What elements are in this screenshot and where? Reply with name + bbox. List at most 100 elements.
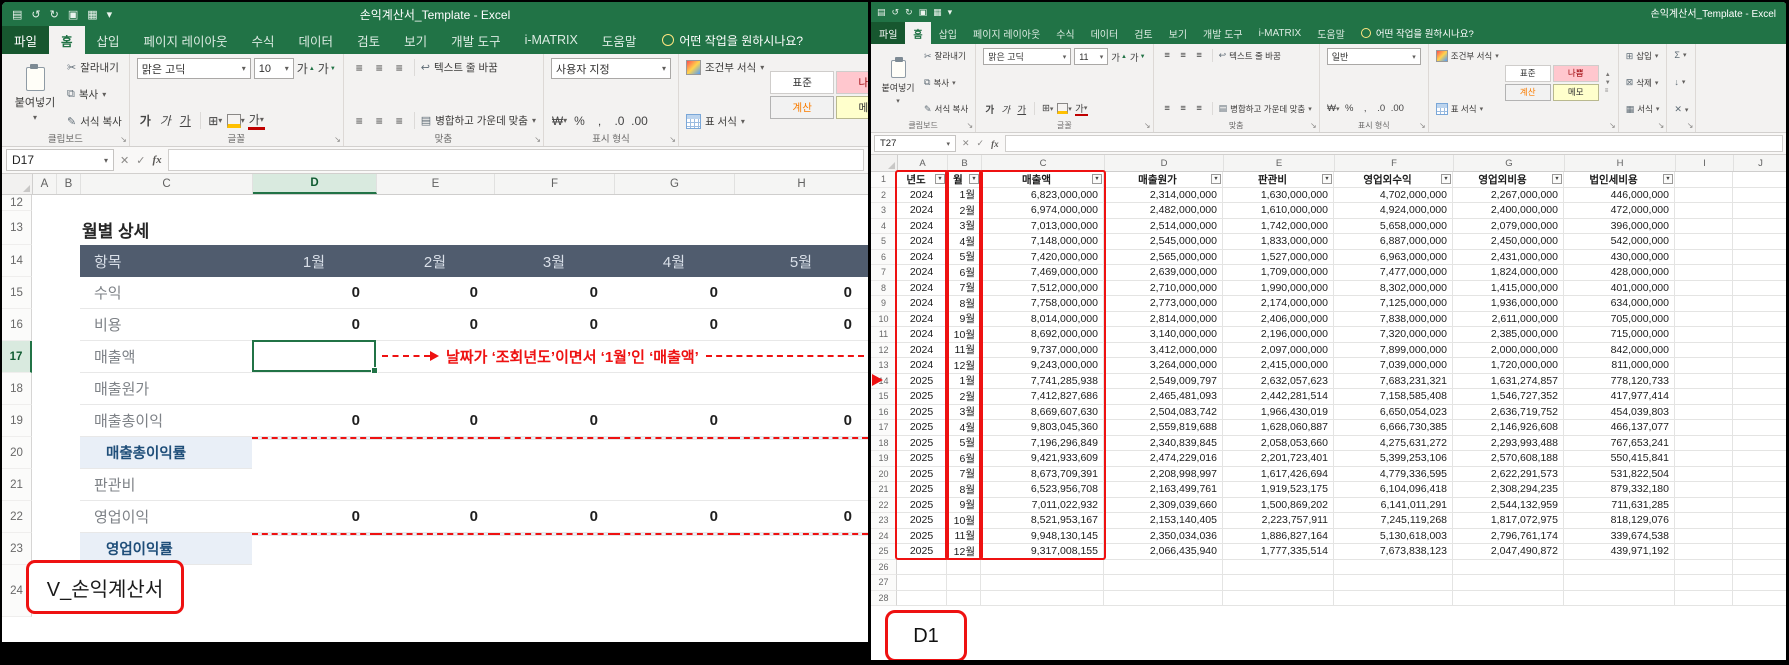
cell[interactable] bbox=[1733, 219, 1786, 235]
gallery-more-icon[interactable]: ≡ bbox=[1605, 88, 1611, 94]
row-header-14[interactable]: 14 bbox=[2, 245, 32, 277]
delete-cells-button[interactable]: ⊠삭제▾ bbox=[1626, 77, 1660, 89]
cell-E24[interactable]: 1,886,827,164 bbox=[1223, 529, 1334, 545]
cell[interactable] bbox=[1733, 281, 1786, 297]
row-header-19[interactable]: 19 bbox=[2, 405, 32, 437]
fill-button[interactable]: ↓▾ bbox=[1674, 77, 1688, 87]
ribbon-tab-insert[interactable]: 삽입 bbox=[931, 22, 965, 44]
cell-G17[interactable]: 2,146,926,608 bbox=[1453, 420, 1564, 436]
row-header-15[interactable]: 15 bbox=[871, 389, 897, 405]
ribbon-tab-developer[interactable]: 개발 도구 bbox=[439, 26, 512, 54]
cell-D5[interactable]: 2,545,000,000 bbox=[1104, 234, 1223, 250]
cell[interactable] bbox=[1733, 575, 1786, 591]
cell[interactable] bbox=[1675, 498, 1733, 514]
cell-G22[interactable]: 0 bbox=[614, 501, 734, 533]
cell-B24[interactable]: 11월 bbox=[947, 529, 981, 545]
cell-month-header-2[interactable]: 2월 bbox=[376, 245, 494, 277]
cell-A21[interactable]: 2025 bbox=[897, 482, 947, 498]
cell[interactable] bbox=[1733, 498, 1786, 514]
cell[interactable] bbox=[1733, 436, 1786, 452]
cell-B2[interactable]: 1월 bbox=[947, 188, 981, 204]
cell-B12[interactable]: 11월 bbox=[947, 343, 981, 359]
cell-G21[interactable] bbox=[614, 469, 734, 501]
save-icon[interactable]: ▤ bbox=[877, 7, 886, 18]
qat-customize-icon[interactable]: ▾ bbox=[107, 8, 113, 21]
cell-E14[interactable]: 2,632,057,623 bbox=[1223, 374, 1334, 390]
cell-G13[interactable]: 1,720,000,000 bbox=[1453, 358, 1564, 374]
cell-H2[interactable]: 446,000,000 bbox=[1564, 188, 1675, 204]
cell-C2[interactable]: 6,823,000,000 bbox=[981, 188, 1104, 204]
cell[interactable] bbox=[1453, 591, 1564, 607]
insert-function-icon[interactable]: fx bbox=[991, 139, 999, 149]
cell[interactable] bbox=[1733, 343, 1786, 359]
row-header-22[interactable]: 22 bbox=[871, 498, 897, 514]
cell-D12[interactable]: 3,412,000,000 bbox=[1104, 343, 1223, 359]
cell-A19[interactable]: 2025 bbox=[897, 451, 947, 467]
row-header-17[interactable]: 17 bbox=[871, 420, 897, 436]
column-header-B[interactable]: B bbox=[948, 155, 982, 171]
cell-C12[interactable]: 9,737,000,000 bbox=[981, 343, 1104, 359]
cell-A7[interactable]: 2024 bbox=[897, 265, 947, 281]
cell[interactable] bbox=[32, 405, 80, 437]
cell-E7[interactable]: 1,709,000,000 bbox=[1223, 265, 1334, 281]
cell-C6[interactable]: 7,420,000,000 bbox=[981, 250, 1104, 266]
column-header-B[interactable]: B bbox=[57, 174, 81, 194]
dialog-launcher-icon[interactable]: ↘ bbox=[1609, 122, 1616, 130]
cell-E3[interactable]: 1,610,000,000 bbox=[1223, 203, 1334, 219]
cell-B9[interactable]: 8월 bbox=[947, 296, 981, 312]
cell-G15[interactable]: 1,546,727,352 bbox=[1453, 389, 1564, 405]
cell[interactable] bbox=[897, 560, 947, 576]
align-center-button[interactable]: ≡ bbox=[371, 111, 388, 130]
cell[interactable] bbox=[1675, 513, 1733, 529]
cell-C22[interactable]: 7,011,022,932 bbox=[981, 498, 1104, 514]
cell-E15[interactable]: 0 bbox=[376, 277, 494, 309]
row-header-19[interactable]: 19 bbox=[871, 451, 897, 467]
borders-button[interactable]: ⊞▾ bbox=[207, 111, 224, 130]
cell[interactable] bbox=[897, 591, 947, 607]
cell-F18[interactable] bbox=[494, 373, 614, 405]
cell-E21[interactable]: 1,919,523,175 bbox=[1223, 482, 1334, 498]
bold-button[interactable]: 가 bbox=[983, 101, 996, 116]
filter-icon[interactable]: ▼ bbox=[969, 174, 979, 184]
row-header-5[interactable]: 5 bbox=[871, 234, 897, 250]
row-header-9[interactable]: 9 bbox=[871, 296, 897, 312]
row-header-28[interactable]: 28 bbox=[871, 591, 897, 607]
format-as-table-button[interactable]: 표 서식▾ bbox=[686, 114, 764, 129]
cell[interactable] bbox=[1453, 575, 1564, 591]
tell-me-search[interactable]: 어떤 작업을 원하시나요? bbox=[662, 26, 803, 54]
decrease-font-button[interactable]: 가▼ bbox=[318, 59, 336, 78]
increase-decimal-button[interactable]: .0 bbox=[611, 111, 628, 130]
cell-B15[interactable]: 2월 bbox=[947, 389, 981, 405]
ribbon-tab-view[interactable]: 보기 bbox=[392, 26, 439, 54]
cell-F12[interactable]: 7,899,000,000 bbox=[1334, 343, 1453, 359]
qat-customize-icon[interactable]: ▾ bbox=[948, 7, 953, 18]
cell-label-C17[interactable]: 매출액 bbox=[80, 341, 252, 373]
cell-H10[interactable]: 705,000,000 bbox=[1564, 312, 1675, 328]
cell-A13[interactable]: 2024 bbox=[897, 358, 947, 374]
cell-A18[interactable]: 2025 bbox=[897, 436, 947, 452]
row-header-10[interactable]: 10 bbox=[871, 312, 897, 328]
style-normal[interactable]: 표준 bbox=[770, 71, 834, 94]
column-header-H[interactable]: H bbox=[1565, 155, 1676, 171]
cell-B19[interactable]: 6월 bbox=[947, 451, 981, 467]
cell-B21[interactable]: 8월 bbox=[947, 482, 981, 498]
autosum-button[interactable]: Σ▾ bbox=[1674, 50, 1688, 60]
filter-icon[interactable]: ▼ bbox=[1322, 174, 1332, 184]
ribbon-tab-data[interactable]: 데이터 bbox=[1083, 22, 1127, 44]
cell[interactable] bbox=[1104, 591, 1223, 607]
header-cell-C1[interactable]: 매출액▼ bbox=[981, 172, 1104, 188]
row-header-27[interactable]: 27 bbox=[871, 575, 897, 591]
column-header-D[interactable]: D bbox=[1105, 155, 1224, 171]
copy-button[interactable]: ⧉복사▾ bbox=[67, 87, 122, 102]
cell-F20[interactable]: - bbox=[494, 437, 614, 440]
cell-F19[interactable]: 5,399,253,106 bbox=[1334, 451, 1453, 467]
cell-month-header-4[interactable]: 4월 bbox=[614, 245, 734, 277]
cell-H20[interactable]: 531,822,504 bbox=[1564, 467, 1675, 483]
cell-G6[interactable]: 2,431,000,000 bbox=[1453, 250, 1564, 266]
enter-icon[interactable]: ✓ bbox=[977, 138, 985, 149]
row-header-13[interactable]: 13 bbox=[2, 211, 32, 245]
align-center-button[interactable]: ≡ bbox=[1177, 101, 1190, 116]
row-header-6[interactable]: 6 bbox=[871, 250, 897, 266]
cell[interactable] bbox=[1334, 560, 1453, 576]
comma-button[interactable]: , bbox=[1359, 101, 1372, 116]
